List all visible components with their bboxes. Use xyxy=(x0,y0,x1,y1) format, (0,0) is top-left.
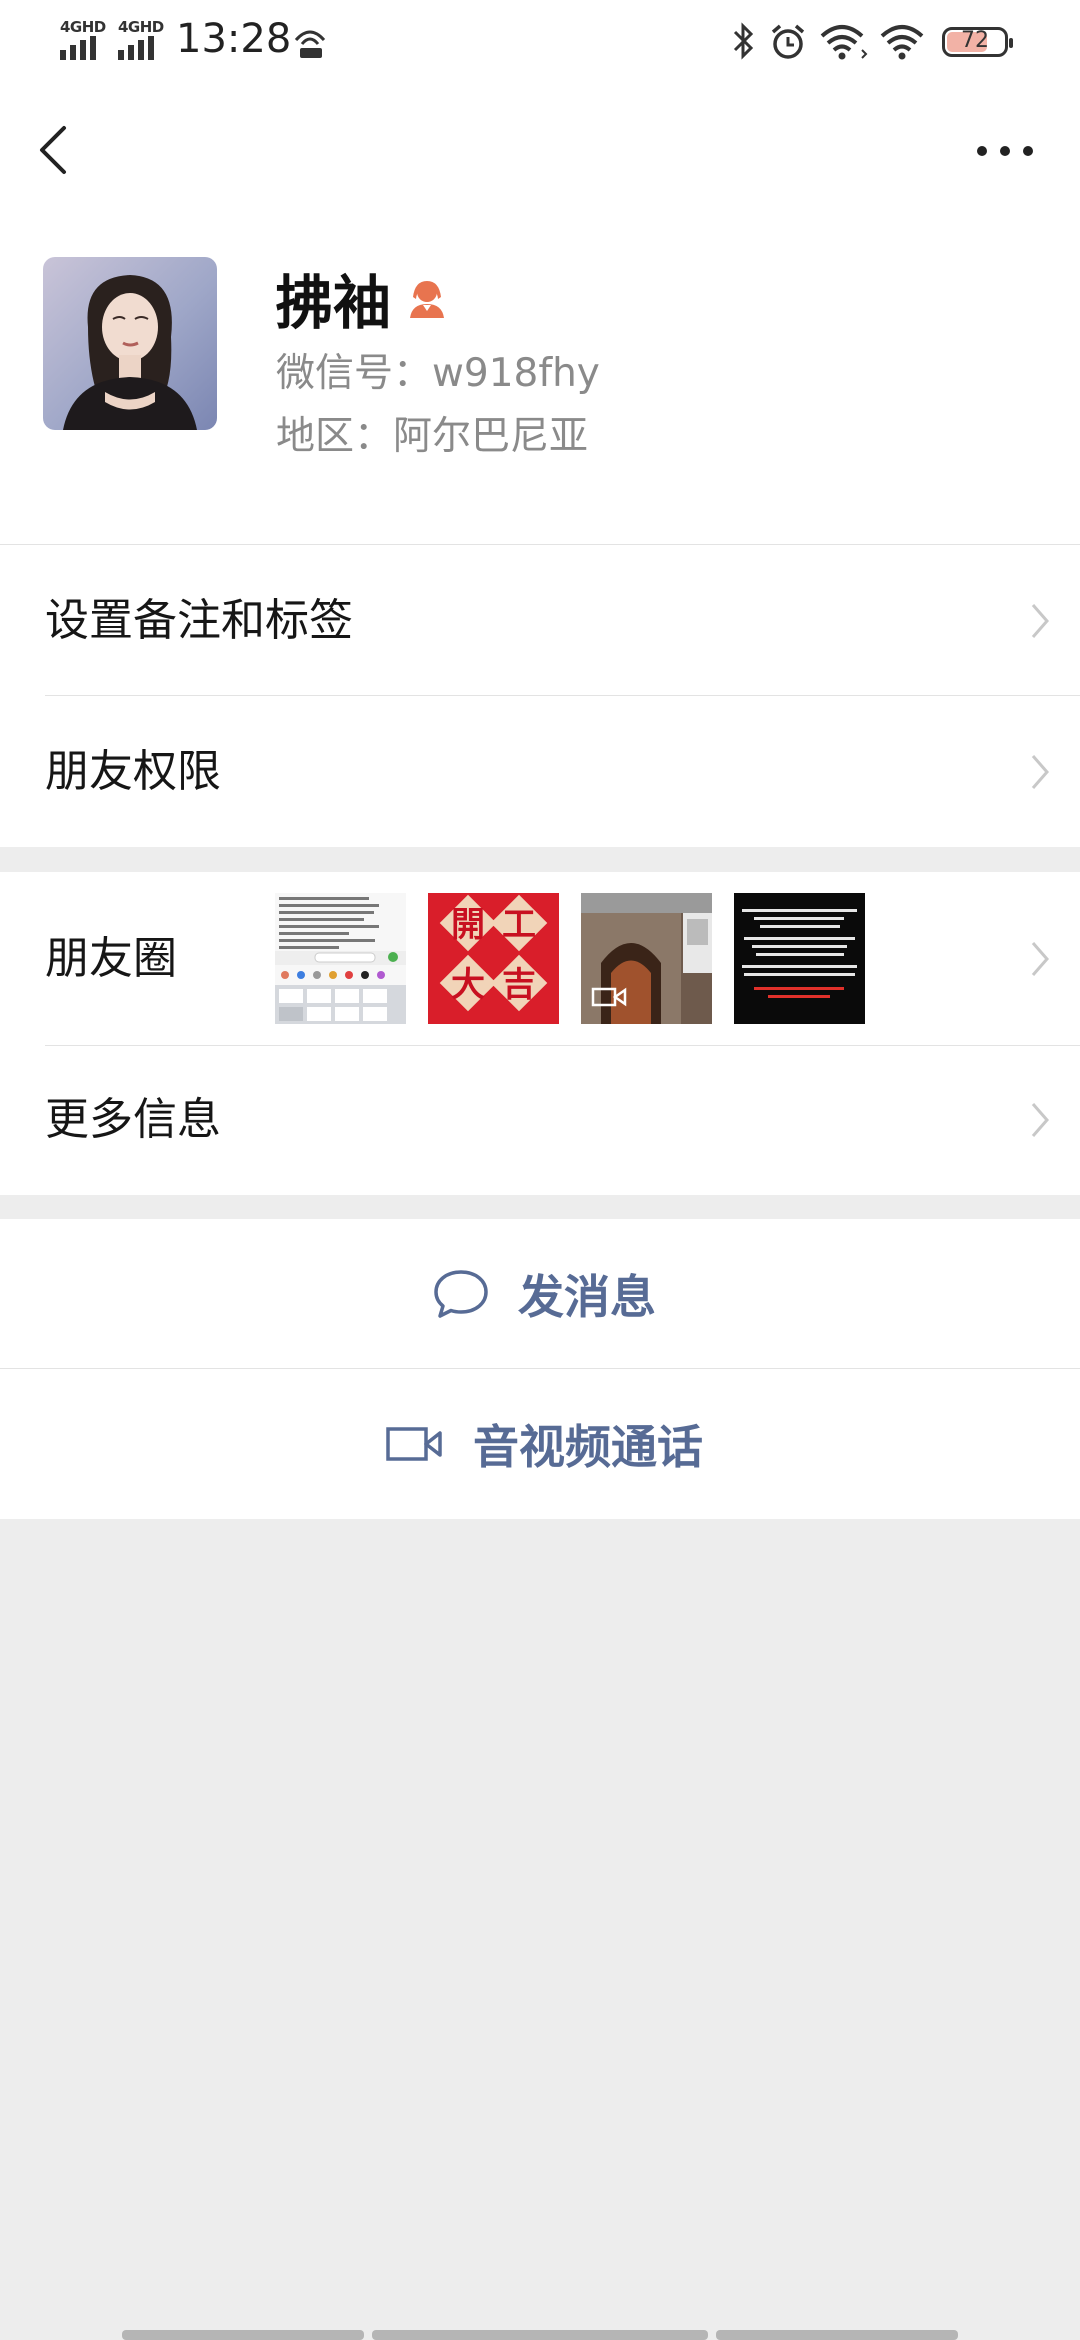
more-info-item[interactable]: 更多信息 xyxy=(0,1045,1080,1195)
thumb-char-3: 大 xyxy=(451,965,485,1005)
moments-item[interactable]: 朋友圈 開 工 大 吉 xyxy=(0,872,1080,1045)
battery-indicator: 72 xyxy=(942,27,1013,57)
hotspot-icon xyxy=(294,30,326,58)
more-ellipsis-icon[interactable] xyxy=(970,126,1040,176)
friend-permissions-label: 朋友权限 xyxy=(45,746,221,797)
wifi-icon xyxy=(820,25,868,60)
send-message-button[interactable]: 发消息 xyxy=(0,1219,1080,1369)
wechat-id: 微信号：w918fhy xyxy=(276,351,600,396)
video-camera-icon xyxy=(386,1427,442,1461)
back-chevron-icon[interactable] xyxy=(30,120,80,180)
profile-name-row: 拂袖 xyxy=(275,258,449,338)
chevron-right-icon xyxy=(1031,1103,1049,1137)
video-call-content: 音视频通话 xyxy=(385,1369,703,1519)
send-message-label: 发消息 xyxy=(518,1270,656,1324)
wifi-icon-2 xyxy=(880,25,924,60)
alarm-icon xyxy=(771,24,805,59)
gesture-bar-segment xyxy=(716,2330,958,2340)
video-call-button[interactable]: 音视频通话 xyxy=(0,1369,1080,1519)
moments-thumb-screenshot[interactable] xyxy=(275,893,406,1024)
bluetooth-icon xyxy=(733,22,754,60)
gesture-bar-segment xyxy=(372,2330,708,2340)
avatar[interactable] xyxy=(43,257,217,430)
thumb-char-2: 工 xyxy=(502,905,536,945)
thumb-char-4: 吉 xyxy=(502,965,536,1005)
cell-signal-2: 4GHD xyxy=(118,18,180,60)
region: 地区：阿尔巴尼亚 xyxy=(276,414,589,459)
remark-and-tags-label: 设置备注和标签 xyxy=(45,595,353,646)
send-message-content: 发消息 xyxy=(432,1219,656,1369)
chevron-right-icon xyxy=(1031,755,1049,789)
moments-thumb-text-notice[interactable] xyxy=(734,893,865,1024)
remark-and-tags-item[interactable]: 设置备注和标签 xyxy=(0,545,1080,696)
moments-thumb-kaigong-daji[interactable]: 開 工 大 吉 xyxy=(428,893,559,1024)
chevron-right-icon xyxy=(1031,942,1049,976)
chevron-right-icon xyxy=(1031,604,1049,638)
friend-permissions-item[interactable]: 朋友权限 xyxy=(0,696,1080,847)
gesture-bar-segment xyxy=(122,2330,364,2340)
moments-thumb-cave-video[interactable] xyxy=(581,893,712,1024)
female-user-icon xyxy=(410,281,445,318)
signal-type-label: 4GHD xyxy=(118,18,164,36)
video-call-label: 音视频通话 xyxy=(473,1420,703,1474)
battery-level: 72 xyxy=(961,28,989,53)
settings-section: 设置备注和标签 朋友权限 xyxy=(0,545,1080,847)
cell-signal-1: 4GHD xyxy=(60,18,122,60)
chat-bubble-icon xyxy=(434,1270,488,1318)
signal-type-label: 4GHD xyxy=(60,18,106,36)
moments-section: 朋友圈 開 工 大 吉 更多信息 xyxy=(0,872,1080,1195)
moments-label: 朋友圈 xyxy=(45,933,177,984)
moments-thumbnails: 開 工 大 吉 xyxy=(275,893,865,1024)
status-time: 13:28 xyxy=(176,16,292,62)
thumb-char-1: 開 xyxy=(451,905,485,945)
profile-name: 拂袖 xyxy=(275,269,392,337)
status-bar: 4GHD 4GHD 13:28 72 xyxy=(0,0,1080,84)
more-info-label: 更多信息 xyxy=(45,1094,221,1145)
